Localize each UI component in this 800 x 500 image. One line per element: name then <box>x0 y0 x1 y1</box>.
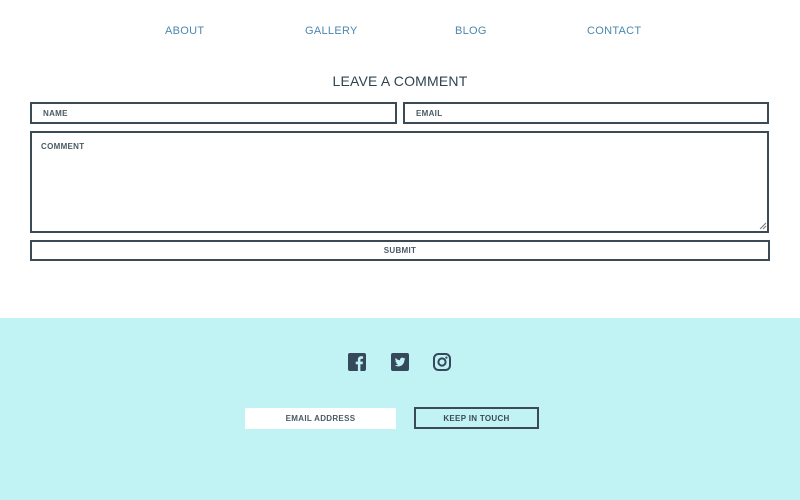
twitter-icon[interactable] <box>391 353 409 371</box>
top-nav: ABOUT GALLERY BLOG CONTACT <box>0 22 800 40</box>
instagram-icon[interactable] <box>433 353 451 371</box>
footer-email-field[interactable] <box>245 408 396 429</box>
facebook-icon[interactable] <box>348 353 366 371</box>
name-field[interactable] <box>30 102 397 124</box>
nav-link-blog[interactable]: BLOG <box>455 22 487 40</box>
resize-grip-icon[interactable] <box>759 222 767 230</box>
email-field[interactable] <box>403 102 769 124</box>
nav-link-gallery[interactable]: GALLERY <box>305 22 358 40</box>
page: ABOUT GALLERY BLOG CONTACT LEAVE A COMME… <box>0 0 800 500</box>
comment-form-title: LEAVE A COMMENT <box>332 73 468 89</box>
submit-button[interactable]: SUBMIT <box>30 240 770 261</box>
keep-in-touch-button[interactable]: KEEP IN TOUCH <box>414 407 539 429</box>
nav-link-about[interactable]: ABOUT <box>165 22 204 40</box>
nav-link-contact[interactable]: CONTACT <box>587 22 641 40</box>
comment-textarea[interactable] <box>30 131 769 233</box>
footer: KEEP IN TOUCH <box>0 318 800 500</box>
